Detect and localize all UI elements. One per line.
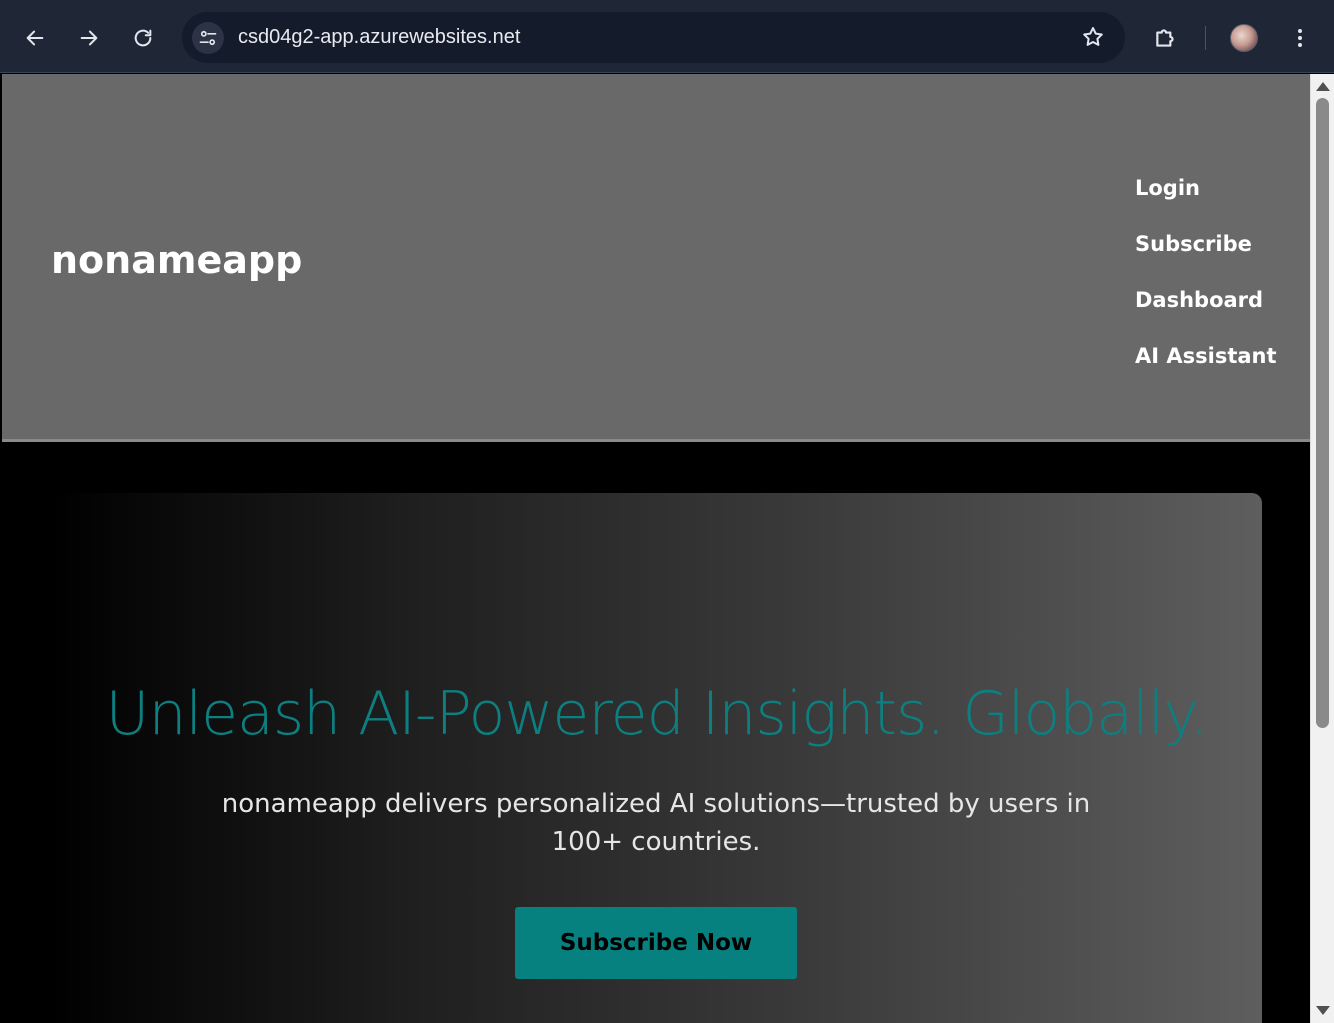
toolbar-separator <box>1205 26 1206 50</box>
scroll-up-arrow-icon[interactable] <box>1316 82 1330 91</box>
nav-subscribe[interactable]: Subscribe <box>1135 228 1277 284</box>
reload-icon <box>134 29 152 47</box>
nav-login[interactable]: Login <box>1135 172 1277 228</box>
nav-dashboard[interactable]: Dashboard <box>1135 284 1277 340</box>
site-header: nonameapp Login Subscribe Dashboard AI A… <box>2 74 1310 442</box>
tune-icon <box>199 30 217 46</box>
subscribe-now-button[interactable]: Subscribe Now <box>515 907 797 979</box>
hero-banner: Unleash AI-Powered Insights. Globally. n… <box>51 493 1262 1023</box>
hero-subtitle: nonameapp delivers personalized AI solut… <box>221 789 1091 857</box>
browser-menu-button[interactable] <box>1282 20 1318 56</box>
main-nav: Login Subscribe Dashboard AI Assistant <box>1135 172 1277 396</box>
address-bar[interactable]: csd04g2-app.azurewebsites.net <box>182 12 1125 63</box>
avatar[interactable] <box>1230 24 1258 52</box>
arrow-left-icon <box>26 30 44 46</box>
extensions-button[interactable] <box>1148 20 1184 56</box>
nav-ai-assistant[interactable]: AI Assistant <box>1135 340 1277 396</box>
hero-title: Unleash AI-Powered Insights. Globally. <box>105 679 1209 749</box>
site-logo[interactable]: nonameapp <box>51 238 302 282</box>
scrollbar-thumb[interactable] <box>1316 98 1329 728</box>
reload-button[interactable] <box>125 20 161 56</box>
browser-toolbar: csd04g2-app.azurewebsites.net <box>0 0 1334 73</box>
site-info-button[interactable] <box>192 22 224 54</box>
url-text[interactable]: csd04g2-app.azurewebsites.net <box>238 26 520 49</box>
puzzle-icon <box>1156 29 1174 47</box>
scroll-down-arrow-icon[interactable] <box>1316 1006 1330 1015</box>
page-viewport: nonameapp Login Subscribe Dashboard AI A… <box>2 74 1310 1023</box>
kebab-menu-icon <box>1298 29 1302 47</box>
page-scrollbar[interactable] <box>1310 74 1334 1023</box>
bookmark-button[interactable] <box>1081 25 1105 53</box>
arrow-right-icon <box>80 30 98 46</box>
forward-button[interactable] <box>71 20 107 56</box>
star-icon <box>1083 27 1103 46</box>
back-button[interactable] <box>17 20 53 56</box>
